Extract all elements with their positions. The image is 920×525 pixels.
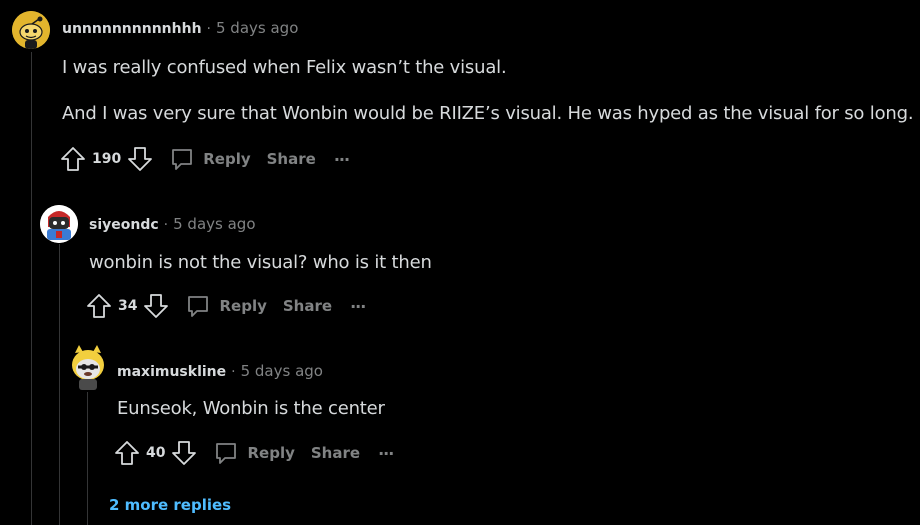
more-options-button[interactable]: ···: [378, 443, 394, 463]
share-button[interactable]: Share: [311, 444, 360, 462]
more-options-button[interactable]: ···: [350, 296, 366, 316]
username[interactable]: unnnnnnnnnnhhh: [62, 21, 202, 37]
timestamp[interactable]: 5 days ago: [173, 215, 255, 233]
upvote-icon: [61, 147, 85, 171]
avatar[interactable]: [12, 11, 50, 49]
downvote-icon: [144, 294, 169, 318]
vote-count: 40: [146, 445, 166, 461]
timestamp[interactable]: 5 days ago: [216, 19, 298, 37]
reply-label: Reply: [219, 297, 267, 315]
reply-button[interactable]: Reply: [213, 440, 295, 466]
snoo-avatar-icon: [72, 345, 104, 390]
comment-actions: 40 Reply Share ···: [114, 438, 394, 468]
thread-line[interactable]: [31, 52, 32, 525]
reply-button[interactable]: Reply: [185, 293, 267, 319]
upvote-icon: [87, 294, 111, 318]
comment-meta: siyeondc · 5 days ago: [89, 215, 256, 233]
thread-line[interactable]: [59, 244, 60, 525]
share-label: Share: [282, 297, 333, 315]
comment-text: And I was very sure that Wonbin would be…: [62, 103, 914, 124]
comment-actions: 34 Reply Share ···: [86, 291, 366, 321]
separator: ·: [231, 364, 236, 380]
share-button[interactable]: Share: [267, 150, 316, 168]
vote-count: 34: [118, 298, 138, 314]
more-options-button[interactable]: ···: [333, 149, 350, 169]
comment-text: wonbin is not the visual? who is it then: [89, 252, 432, 273]
upvote-button[interactable]: [114, 440, 140, 466]
upvote-icon: [115, 441, 139, 465]
share-label: Share: [266, 150, 316, 168]
avatar[interactable]: [40, 205, 78, 243]
downvote-icon: [172, 441, 197, 465]
share-label: Share: [310, 444, 361, 462]
comment-meta: maximuskline · 5 days ago: [117, 362, 323, 380]
upvote-button[interactable]: [86, 293, 112, 319]
reply-label: Reply: [203, 150, 251, 168]
snoo-avatar-icon: [12, 11, 50, 49]
downvote-icon: [128, 147, 153, 171]
comment-bubble-icon: [188, 296, 209, 317]
more-options-icon: ···: [333, 149, 350, 169]
downvote-button[interactable]: [143, 293, 169, 319]
avatar[interactable]: [69, 343, 107, 391]
comment-text: Eunseok, Wonbin is the center: [117, 398, 385, 419]
comment-meta: unnnnnnnnnnhhh · 5 days ago: [62, 19, 298, 37]
thread-line[interactable]: [87, 392, 88, 525]
separator: ·: [163, 217, 169, 233]
timestamp[interactable]: 5 days ago: [241, 362, 323, 380]
comment-bubble-icon: [172, 149, 193, 170]
snoo-avatar-icon: [40, 205, 78, 243]
vote-count: 190: [92, 151, 122, 167]
downvote-button[interactable]: [171, 440, 197, 466]
username[interactable]: siyeondc: [89, 217, 159, 233]
reply-label: Reply: [247, 444, 295, 462]
comment-bubble-icon: [216, 443, 237, 464]
reply-button[interactable]: Reply: [169, 146, 251, 172]
share-button[interactable]: Share: [283, 297, 332, 315]
comment-text: I was really confused when Felix wasn’t …: [62, 57, 507, 78]
comment-actions: 190 Reply Share ···: [60, 144, 350, 174]
more-replies-link[interactable]: 2 more replies: [109, 496, 231, 514]
separator: ·: [206, 21, 211, 37]
downvote-button[interactable]: [127, 146, 153, 172]
more-options-icon: ···: [350, 296, 366, 316]
more-options-icon: ···: [378, 443, 394, 463]
username[interactable]: maximuskline: [117, 364, 226, 380]
upvote-button[interactable]: [60, 146, 86, 172]
